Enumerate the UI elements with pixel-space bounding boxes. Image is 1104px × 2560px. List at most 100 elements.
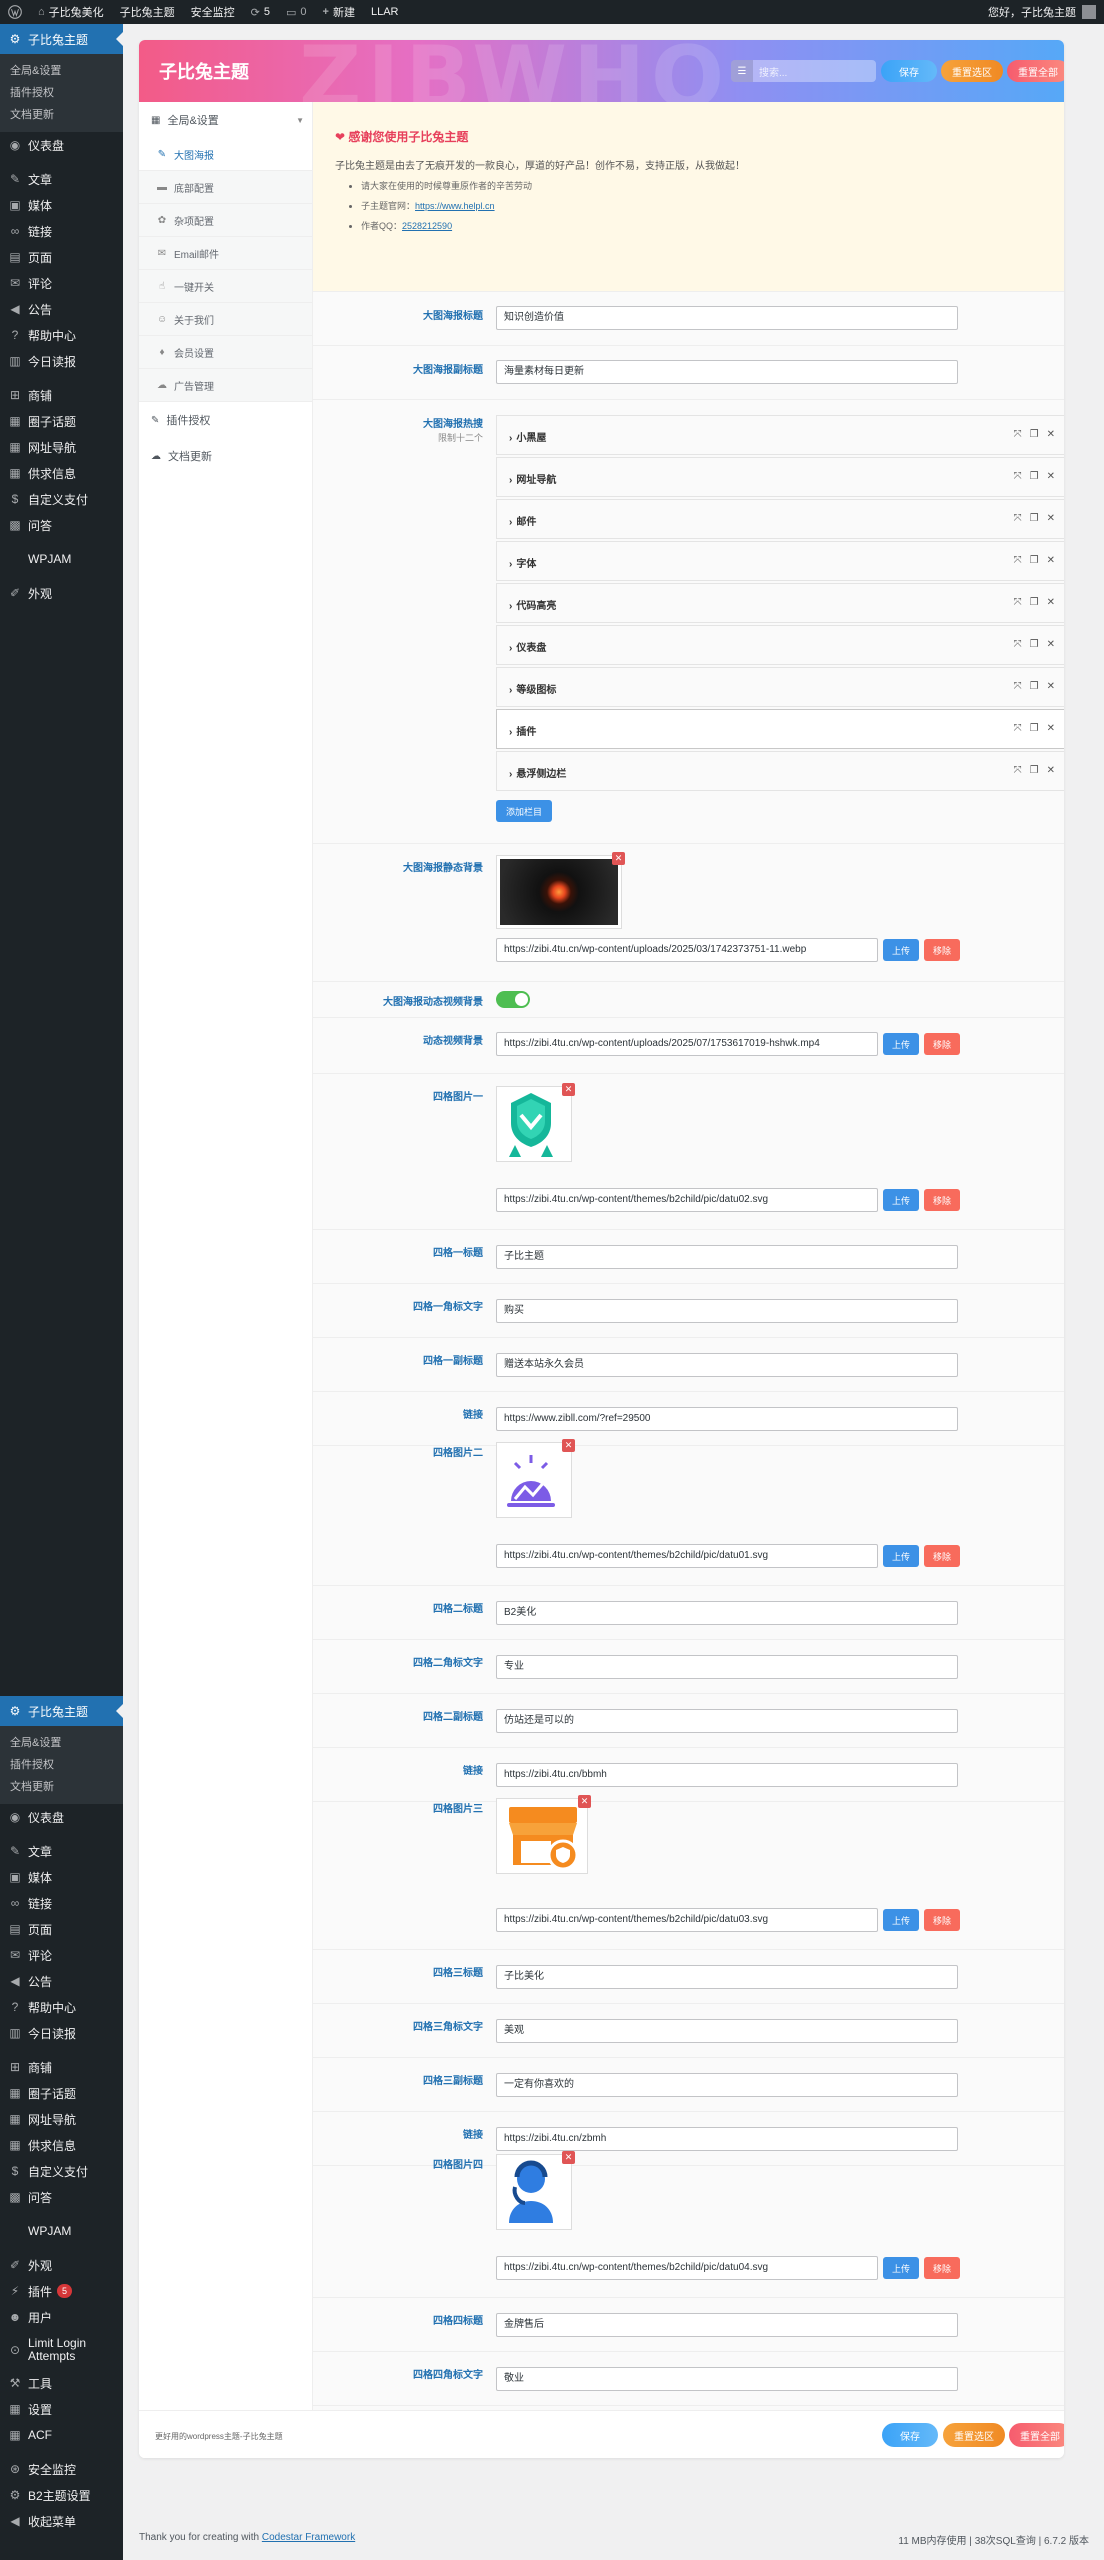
- nav-item[interactable]: ✎ 大图海报: [139, 138, 312, 171]
- save-button[interactable]: 保存: [881, 60, 937, 82]
- grid-title-input[interactable]: 金牌售后: [496, 2313, 958, 2337]
- remove-button[interactable]: 移除: [924, 1545, 960, 1567]
- close-icon[interactable]: ✕: [1047, 765, 1055, 776]
- grid-corner-input[interactable]: 专业: [496, 1655, 958, 1679]
- sidebar-item[interactable]: ? 帮助中心: [0, 1994, 123, 2020]
- sidebar-subitem[interactable]: 插件授权: [0, 1754, 123, 1776]
- sidebar-item[interactable]: ◉ 仪表盘: [0, 132, 123, 158]
- account-link[interactable]: 您好，子比兔主题: [980, 0, 1104, 24]
- comments-link[interactable]: ▭ 0: [278, 0, 315, 24]
- nav-item[interactable]: ✿ 杂项配置: [139, 204, 312, 237]
- sidebar-subitem[interactable]: 全局&设置: [0, 60, 123, 82]
- hot-item-accordion[interactable]: › 小黑屋 ⤧ ❐ ✕: [496, 415, 1064, 455]
- site-name-link[interactable]: ⌂ 子比兔美化: [30, 0, 112, 24]
- sidebar-item[interactable]: ⚒ 工具: [0, 2370, 123, 2396]
- hot-item-accordion[interactable]: › 悬浮侧边栏 ⤧ ❐ ✕: [496, 751, 1064, 791]
- nav-item[interactable]: ☁ 广告管理: [139, 369, 312, 402]
- grid-subtitle-input[interactable]: 赠送本站永久会员: [496, 1353, 958, 1377]
- sidebar-item-zibi-theme[interactable]: ⚙ 子比兔主题: [0, 1696, 123, 1726]
- sidebar-item[interactable]: ▦ 供求信息: [0, 460, 123, 486]
- sidebar-item[interactable]: ▩ 问答: [0, 2184, 123, 2210]
- video-bg-toggle[interactable]: [496, 991, 530, 1008]
- close-icon[interactable]: ✕: [1047, 597, 1055, 608]
- grid-link-input[interactable]: https://zibi.4tu.cn/bbmh: [496, 1763, 958, 1787]
- wordpress-logo-icon[interactable]: [0, 0, 30, 24]
- nav-section-docs[interactable]: ☁ 文档更新: [139, 438, 312, 474]
- grid-image-url-input[interactable]: https://zibi.4tu.cn/wp-content/themes/b2…: [496, 2256, 878, 2280]
- close-icon[interactable]: ✕: [1047, 555, 1055, 566]
- sidebar-item[interactable]: ☻ 用户: [0, 2304, 123, 2330]
- sidebar-subitem[interactable]: 文档更新: [0, 104, 123, 126]
- grid-subtitle-input[interactable]: 一定有你喜欢的: [496, 2073, 958, 2097]
- close-icon[interactable]: ✕: [1047, 471, 1055, 482]
- remove-button[interactable]: 移除: [924, 1189, 960, 1211]
- remove-button[interactable]: 移除: [924, 1033, 960, 1055]
- hot-item-accordion[interactable]: › 代码高亮 ⤧ ❐ ✕: [496, 583, 1064, 623]
- move-icon[interactable]: ⤧: [1014, 513, 1022, 524]
- sidebar-item[interactable]: ⊙ Limit Login Attempts: [0, 2330, 123, 2370]
- grid-corner-input[interactable]: 敬业: [496, 2367, 958, 2391]
- move-icon[interactable]: ⤧: [1014, 471, 1022, 482]
- copy-icon[interactable]: ❐: [1030, 597, 1039, 608]
- sidebar-item[interactable]: ▤ 页面: [0, 1916, 123, 1942]
- grid-image-url-input[interactable]: https://zibi.4tu.cn/wp-content/themes/b2…: [496, 1544, 878, 1568]
- sidebar-item[interactable]: ◀ 公告: [0, 1968, 123, 1994]
- copy-icon[interactable]: ❐: [1030, 513, 1039, 524]
- qq-link[interactable]: 2528212590: [402, 221, 452, 231]
- llar-link[interactable]: LLAR: [363, 0, 407, 24]
- move-icon[interactable]: ⤧: [1014, 723, 1022, 734]
- hot-item-accordion[interactable]: › 等级图标 ⤧ ❐ ✕: [496, 667, 1064, 707]
- close-icon[interactable]: ✕: [1047, 639, 1055, 650]
- sidebar-item[interactable]: ∞ 链接: [0, 218, 123, 244]
- hot-item-accordion[interactable]: › 邮件 ⤧ ❐ ✕: [496, 499, 1064, 539]
- sidebar-item[interactable]: ◀ 公告: [0, 296, 123, 322]
- grid-title-input[interactable]: 子比美化: [496, 1965, 958, 1989]
- grid-title-input[interactable]: B2美化: [496, 1601, 958, 1625]
- nav-section-license[interactable]: ✎ 插件授权: [139, 402, 312, 438]
- sidebar-item[interactable]: ▥ 今日读报: [0, 348, 123, 374]
- close-icon[interactable]: ✕: [1047, 429, 1055, 440]
- static-bg-url-input[interactable]: https://zibi.4tu.cn/wp-content/uploads/2…: [496, 938, 878, 962]
- copy-icon[interactable]: ❐: [1030, 429, 1039, 440]
- grid-subtitle-input[interactable]: 仿站还是可以的: [496, 1709, 958, 1733]
- monitor-link[interactable]: 安全监控: [183, 0, 243, 24]
- sidebar-item[interactable]: ✉ 评论: [0, 270, 123, 296]
- sidebar-item[interactable]: ▥ 今日读报: [0, 2020, 123, 2046]
- hot-item-accordion[interactable]: › 网址导航 ⤧ ❐ ✕: [496, 457, 1064, 497]
- nav-item[interactable]: ▬ 底部配置: [139, 171, 312, 204]
- grid-title-input[interactable]: 子比主题: [496, 1245, 958, 1269]
- sidebar-item[interactable]: ∞ 链接: [0, 1890, 123, 1916]
- sidebar-item[interactable]: ▦ 供求信息: [0, 2132, 123, 2158]
- nav-item[interactable]: ☝ 一键开关: [139, 270, 312, 303]
- sidebar-item[interactable]: ✎ 文章: [0, 1838, 123, 1864]
- sidebar-item[interactable]: ▣ 媒体: [0, 1864, 123, 1890]
- sidebar-item[interactable]: ⊛ 安全监控: [0, 2456, 123, 2482]
- sidebar-item[interactable]: ✐ 外观: [0, 2252, 123, 2278]
- nav-item[interactable]: ♦ 会员设置: [139, 336, 312, 369]
- poster-subtitle-input[interactable]: 海量素材每日更新: [496, 360, 958, 384]
- move-icon[interactable]: ⤧: [1014, 597, 1022, 608]
- remove-image-icon[interactable]: ✕: [562, 1439, 575, 1452]
- reset-section-button[interactable]: 重置选区: [941, 60, 1003, 82]
- upload-button[interactable]: 上传: [883, 1033, 919, 1055]
- footer-reset-all-button[interactable]: 重置全部: [1009, 2423, 1064, 2447]
- remove-image-icon[interactable]: ✕: [578, 1795, 591, 1808]
- hot-item-accordion[interactable]: › 仪表盘 ⤧ ❐ ✕: [496, 625, 1064, 665]
- move-icon[interactable]: ⤧: [1014, 555, 1022, 566]
- site-link[interactable]: https://www.helpl.cn: [415, 201, 495, 211]
- updates-link[interactable]: ⟳ 5: [243, 0, 278, 24]
- footer-save-button[interactable]: 保存: [882, 2423, 938, 2447]
- add-item-button[interactable]: 添加栏目: [496, 800, 552, 822]
- remove-button[interactable]: 移除: [924, 939, 960, 961]
- sidebar-item[interactable]: $ 自定义支付: [0, 2158, 123, 2184]
- copy-icon[interactable]: ❐: [1030, 555, 1039, 566]
- close-icon[interactable]: ✕: [1047, 723, 1055, 734]
- sidebar-item[interactable]: ⊞ 商铺: [0, 2054, 123, 2080]
- remove-button[interactable]: 移除: [924, 2257, 960, 2279]
- sidebar-item[interactable]: ◀ 收起菜单: [0, 2508, 123, 2534]
- theme-link[interactable]: 子比兔主题: [112, 0, 183, 24]
- upload-button[interactable]: 上传: [883, 1545, 919, 1567]
- copy-icon[interactable]: ❐: [1030, 723, 1039, 734]
- upload-button[interactable]: 上传: [883, 1189, 919, 1211]
- remove-image-icon[interactable]: ✕: [562, 2151, 575, 2164]
